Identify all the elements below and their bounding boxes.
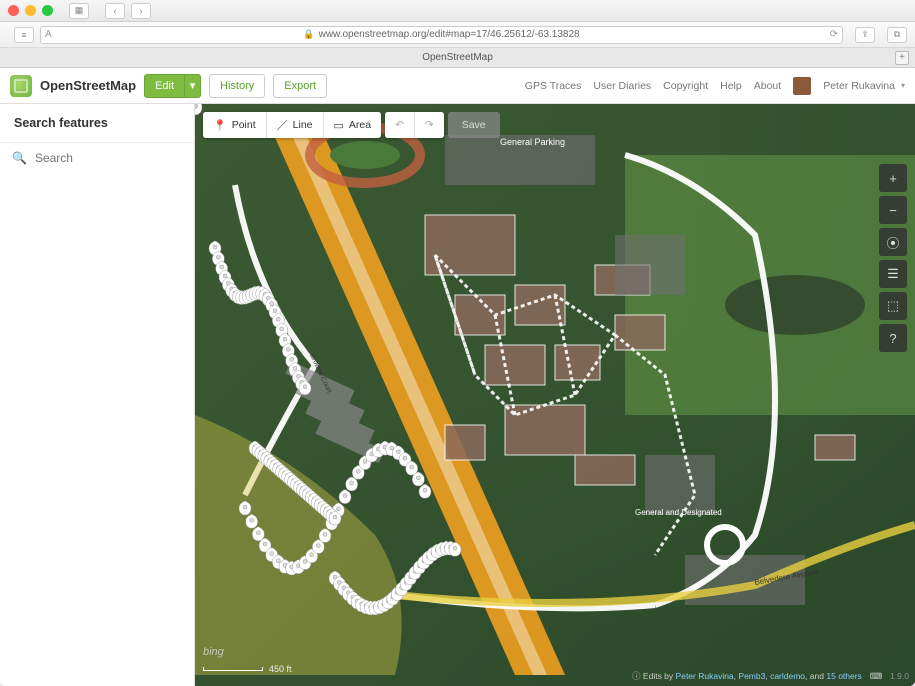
search-input[interactable]	[35, 151, 190, 165]
shortcuts-icon[interactable]: ⌨	[870, 671, 882, 682]
redo-button[interactable]: ↷	[415, 112, 444, 138]
zoom-out-button[interactable]: −	[879, 196, 907, 224]
save-button[interactable]: Save	[448, 112, 500, 138]
url-text: www.openstreetmap.org/edit#map=17/46.256…	[319, 29, 580, 40]
share-button[interactable]: ⇪	[855, 27, 875, 43]
editor-toolbar: 📍Point ／Line ▭Area ↶ ↷ Save	[203, 112, 500, 138]
avatar[interactable]	[793, 77, 811, 95]
tabs-button[interactable]: ⧉	[887, 27, 907, 43]
nav-arrows: ‹ ›	[99, 3, 151, 19]
line-icon: ／	[277, 117, 288, 133]
search-row: 🔍	[0, 143, 194, 173]
macos-titlebar: ▦ ‹ ›	[0, 0, 915, 22]
sidebar-toggle[interactable]: ▦	[69, 3, 89, 19]
label-parking: General Parking	[500, 137, 565, 147]
address-field[interactable]: A 🔒 www.openstreetmap.org/edit#map=17/46…	[40, 26, 843, 44]
nav-right: GPS Traces User Diaries Copyright Help A…	[525, 77, 905, 95]
nav-about[interactable]: About	[754, 80, 781, 92]
forward-button[interactable]: ›	[131, 3, 151, 19]
map-canvas[interactable]: General Parking General and Designated B…	[195, 104, 915, 686]
url-bar: ≡ A 🔒 www.openstreetmap.org/edit#map=17/…	[0, 22, 915, 48]
edit-dropdown[interactable]: ▾	[185, 74, 201, 98]
draw-tools: 📍Point ／Line ▭Area	[203, 112, 381, 138]
back-button[interactable]: ‹	[105, 3, 125, 19]
nav-help[interactable]: Help	[720, 80, 742, 92]
attrib-others[interactable]: 15 others	[826, 671, 861, 681]
maximize-icon[interactable]	[42, 5, 53, 16]
map-data-button[interactable]: ⬚	[879, 292, 907, 320]
line-tool[interactable]: ／Line	[267, 112, 324, 138]
label-designated: General and Designated	[635, 508, 722, 517]
reload-icon[interactable]: ⟳	[830, 29, 838, 40]
traffic-lights	[8, 5, 53, 16]
attrib-user1[interactable]: Peter Rukavina	[676, 671, 734, 681]
imagery-credit: bing	[203, 646, 224, 658]
sidebar-toggle-group: ▦	[63, 3, 89, 19]
map-side-tools: + − ⦿ ☰ ⬚ ?	[879, 164, 907, 352]
sidebar-title: Search features	[0, 104, 194, 143]
nav-diaries[interactable]: User Diaries	[593, 80, 651, 92]
nav-copyright[interactable]: Copyright	[663, 80, 708, 92]
map-overlay: General Parking General and Designated B…	[195, 104, 915, 686]
tab-title[interactable]: OpenStreetMap	[422, 52, 493, 63]
undo-button[interactable]: ↶	[385, 112, 415, 138]
reader-icon: A	[45, 29, 52, 40]
scale-bar: 450 ft	[203, 664, 292, 674]
close-icon[interactable]	[8, 5, 19, 16]
area-tool[interactable]: ▭Area	[324, 112, 382, 138]
nav-traces[interactable]: GPS Traces	[525, 80, 582, 92]
export-button[interactable]: Export	[273, 74, 327, 98]
new-tab-button[interactable]: +	[895, 51, 909, 65]
browser-window: ▦ ‹ › ≡ A 🔒 www.openstreetmap.org/edit#m…	[0, 0, 915, 686]
edit-group: Edit ▾	[144, 74, 201, 98]
search-icon: 🔍	[12, 151, 27, 165]
history-button[interactable]: History	[209, 74, 265, 98]
edit-button[interactable]: Edit	[144, 74, 185, 98]
lock-icon: 🔒	[303, 29, 314, 40]
scale-line	[203, 667, 263, 671]
brand-name[interactable]: OpenStreetMap	[40, 78, 136, 93]
content: Search features 🔍	[0, 104, 915, 686]
help-button[interactable]: ?	[879, 324, 907, 352]
username[interactable]: Peter Rukavina	[823, 80, 895, 92]
layers-button[interactable]: ☰	[879, 260, 907, 288]
osm-app: OpenStreetMap Edit ▾ History Export GPS …	[0, 68, 915, 686]
attrib-user2[interactable]: Pemb3	[738, 671, 765, 681]
undo-redo: ↶ ↷	[385, 112, 444, 138]
sidebar: Search features 🔍	[0, 104, 195, 686]
osm-header: OpenStreetMap Edit ▾ History Export GPS …	[0, 68, 915, 104]
zoom-in-button[interactable]: +	[879, 164, 907, 192]
chevron-down-icon[interactable]: ▾	[901, 81, 905, 90]
tab-bar: OpenStreetMap +	[0, 48, 915, 68]
osm-logo-icon[interactable]	[10, 75, 32, 97]
attribution: ⓘ Edits by Peter Rukavina, Pemb3, carlde…	[632, 670, 909, 682]
reader-button[interactable]: ≡	[14, 27, 34, 43]
area-icon: ▭	[334, 119, 344, 132]
scale-text: 450 ft	[269, 664, 292, 674]
point-tool[interactable]: 📍Point	[203, 112, 267, 138]
geolocate-button[interactable]: ⦿	[879, 228, 907, 256]
attrib-user3[interactable]: carldemo	[770, 671, 805, 681]
point-icon: 📍	[213, 119, 227, 132]
minimize-icon[interactable]	[25, 5, 36, 16]
version: 1.9.0	[890, 671, 909, 681]
